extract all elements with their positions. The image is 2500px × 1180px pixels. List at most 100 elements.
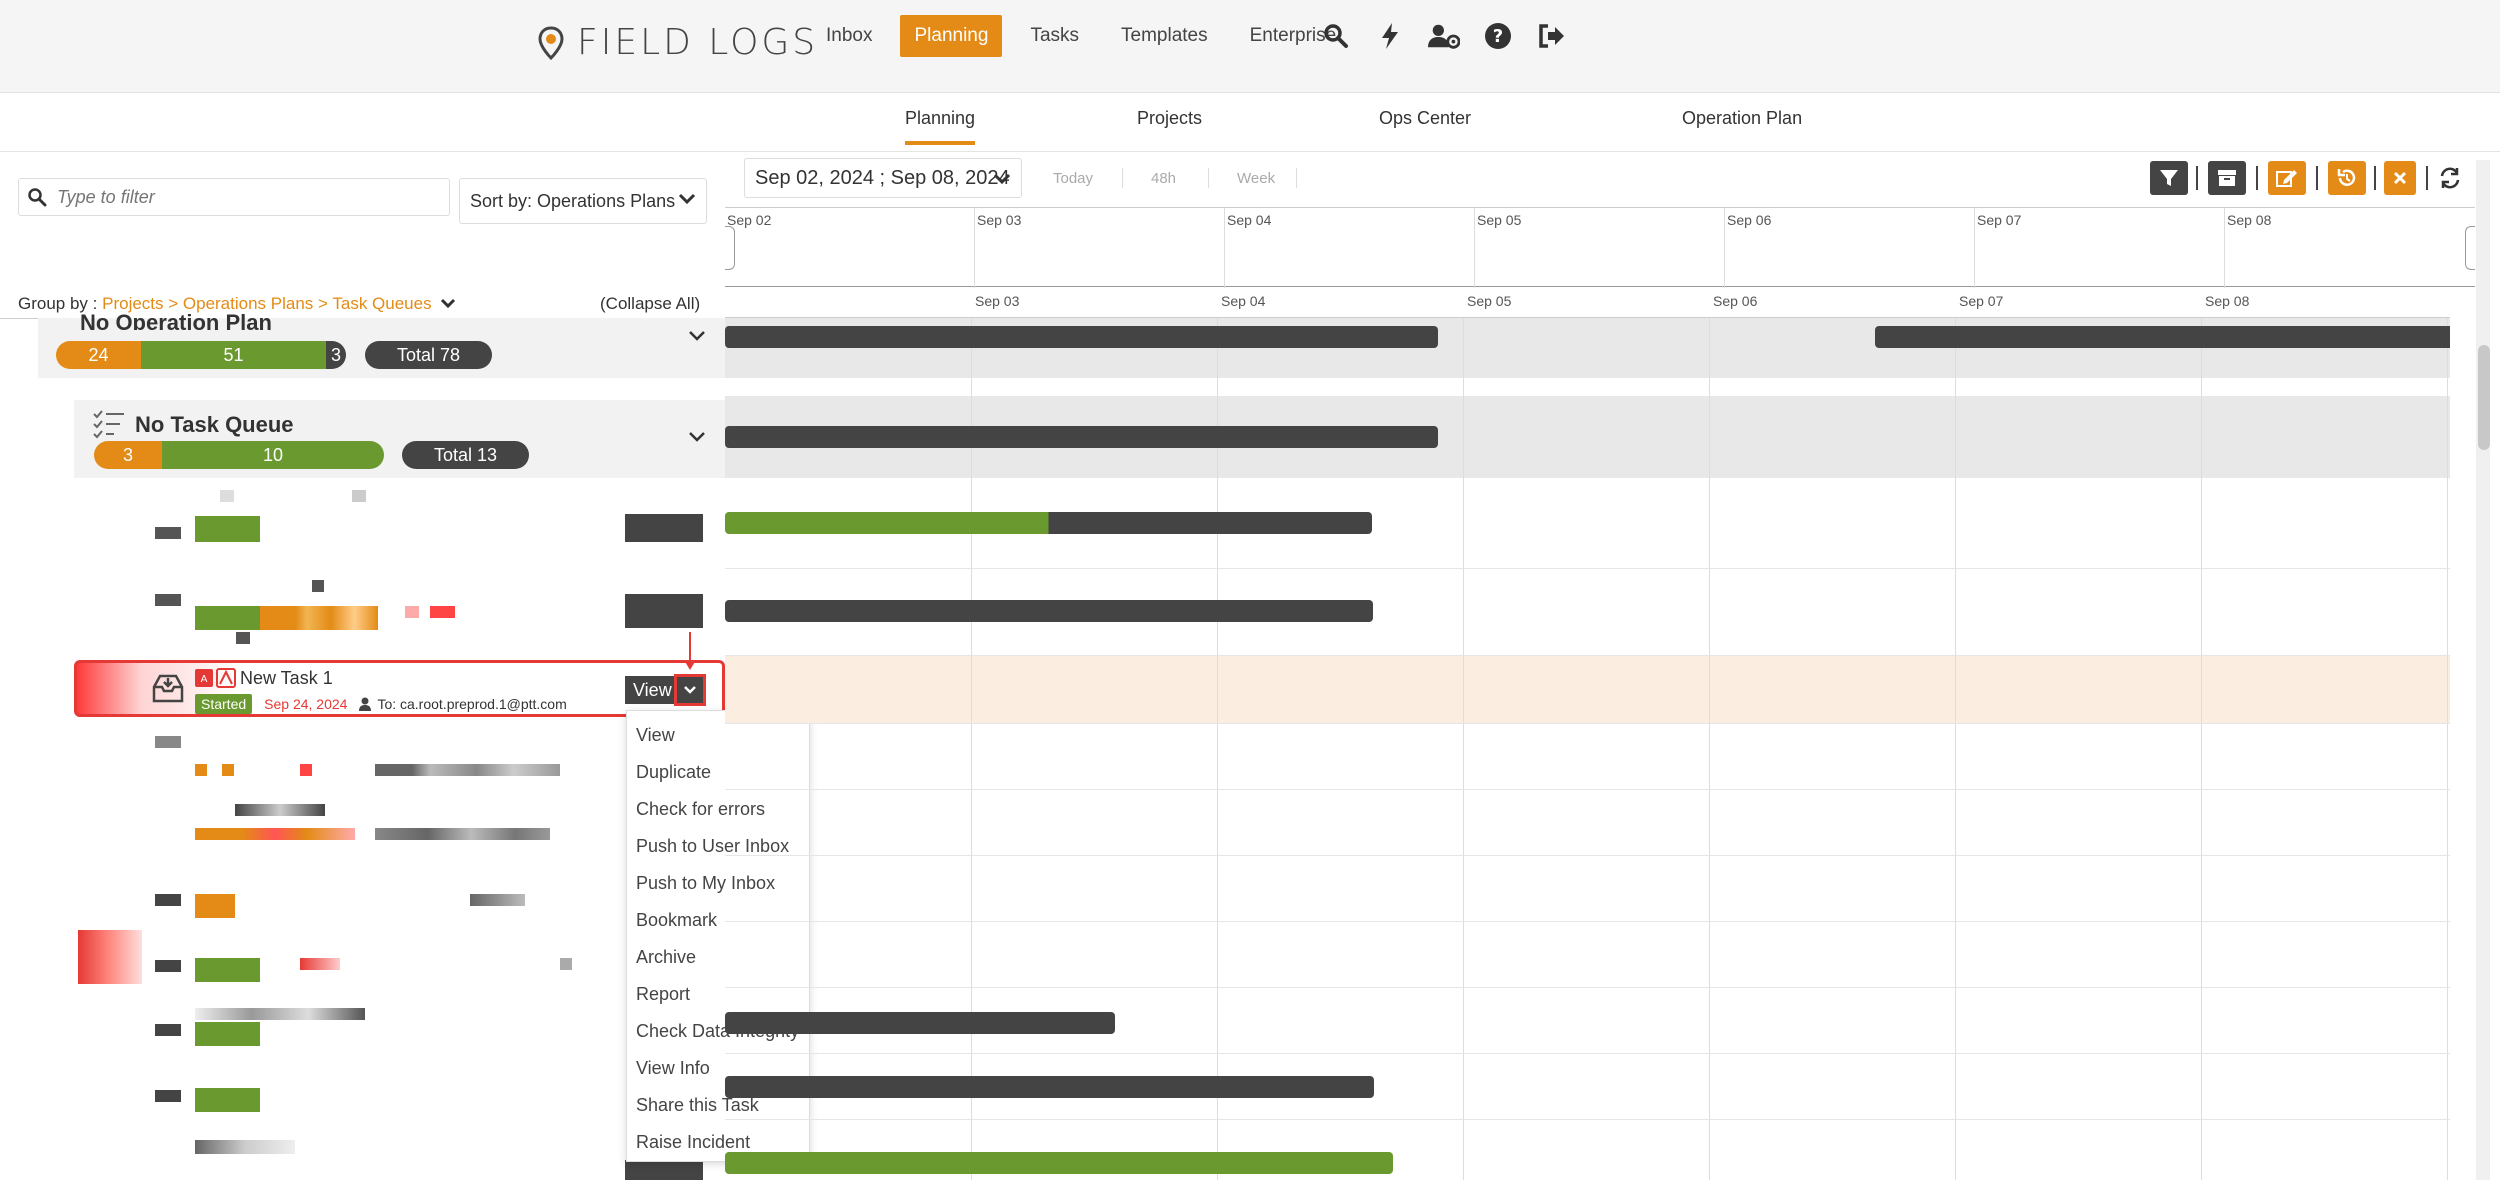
scrollbar-track[interactable]	[2476, 160, 2490, 1180]
tab-projects[interactable]: Projects	[1137, 108, 1202, 129]
app-logo[interactable]: FIELD LOGS	[537, 22, 818, 63]
task-row-view-button[interactable]	[625, 594, 703, 628]
row-line	[725, 1053, 2450, 1054]
redacted	[260, 606, 378, 630]
search-icon[interactable]	[1320, 20, 1352, 52]
archive-icon	[2218, 170, 2236, 186]
nav-tasks[interactable]: Tasks	[1016, 15, 1093, 57]
divider	[2374, 166, 2376, 190]
sort-dropdown[interactable]: Sort by: Operations Plans	[459, 178, 707, 224]
timeline-day-label: Sep 05	[1477, 212, 1522, 228]
gantt-day-label: Sep 07	[1959, 293, 2004, 309]
redacted	[195, 1008, 365, 1020]
history-button[interactable]	[2328, 161, 2366, 195]
nav-inbox[interactable]: Inbox	[812, 15, 886, 57]
task-list-icon	[93, 410, 124, 439]
refresh-icon[interactable]	[2438, 166, 2462, 190]
chevron-down-icon	[993, 173, 1011, 185]
timeline-day-label: Sep 04	[1227, 212, 1272, 228]
filter-input[interactable]	[57, 186, 437, 208]
range-48h[interactable]: 48h	[1151, 170, 1176, 187]
gantt-bar[interactable]	[725, 1012, 1115, 1034]
gantt-bar[interactable]	[725, 1076, 1374, 1098]
row-line	[725, 855, 2450, 856]
tab-ops-center[interactable]: Ops Center	[1379, 108, 1471, 129]
task-row-view-button[interactable]	[625, 514, 703, 542]
range-today[interactable]: Today	[1053, 170, 1093, 187]
task-queue-progress: 3 10	[94, 441, 384, 469]
divider	[2256, 166, 2258, 190]
view-button-label: View	[633, 679, 672, 700]
archive-button[interactable]	[2208, 161, 2246, 195]
task-row-status	[195, 606, 260, 630]
nav-planning[interactable]: Planning	[900, 15, 1003, 57]
redacted	[195, 1140, 295, 1154]
divider	[2224, 208, 2225, 288]
tab-planning[interactable]: Planning	[905, 108, 976, 145]
redacted	[312, 580, 324, 592]
gantt-bar[interactable]	[725, 512, 1372, 534]
gantt-bar[interactable]	[725, 1152, 1393, 1174]
redacted	[375, 828, 550, 840]
filter-box	[18, 178, 450, 216]
bolt-icon[interactable]	[1374, 20, 1406, 52]
help-icon[interactable]: ?	[1482, 20, 1514, 52]
task-row-icon	[155, 527, 181, 539]
redacted	[236, 632, 250, 644]
divider	[974, 208, 975, 288]
timeline-day-label: Sep 02	[727, 212, 772, 228]
redacted	[155, 1024, 181, 1036]
count-pending: 24	[56, 341, 141, 369]
chevron-down-icon[interactable]	[688, 330, 706, 342]
filter-button[interactable]	[2150, 161, 2188, 195]
timeline-overview[interactable]: Sep 02 Sep 03 Sep 04 Sep 05 Sep 06 Sep 0…	[725, 207, 2475, 288]
timeline-handle-right[interactable]	[2465, 226, 2475, 270]
row-line	[725, 723, 2450, 724]
task-queue-total: Total 13	[402, 441, 529, 469]
divider	[1224, 208, 1225, 288]
gantt-day-label: Sep 04	[1221, 293, 1266, 309]
logout-icon[interactable]	[1536, 20, 1568, 52]
redacted	[155, 960, 181, 972]
gantt-bar[interactable]	[1875, 326, 2450, 348]
redacted	[195, 894, 235, 918]
redacted	[222, 764, 234, 776]
task-row-icon	[155, 594, 181, 606]
pdf-attachment-icon: A	[195, 668, 236, 688]
row-line	[725, 987, 2450, 988]
task-queue-title: No Task Queue	[135, 412, 294, 437]
gantt-bar[interactable]	[725, 600, 1373, 622]
redacted	[195, 1088, 260, 1112]
gantt-bar[interactable]	[725, 326, 1438, 348]
view-dropdown-toggle[interactable]	[674, 674, 706, 706]
divider	[2426, 166, 2428, 190]
gantt-bar[interactable]	[725, 426, 1438, 448]
date-range-select[interactable]: Sep 02, 2024 ; Sep 08, 2024	[744, 158, 1022, 198]
grid-line	[2201, 318, 2202, 1180]
gantt-day-label: Sep 03	[975, 293, 1020, 309]
timeline-handle-left[interactable]	[725, 226, 735, 270]
location-pin-logo-icon	[537, 25, 565, 60]
close-icon	[2393, 171, 2407, 185]
count-started: 51	[141, 341, 326, 369]
tab-operation-plan[interactable]: Operation Plan	[1682, 108, 1802, 129]
range-week[interactable]: Week	[1237, 170, 1275, 187]
gantt-day-label: Sep 06	[1713, 293, 1758, 309]
redacted	[375, 764, 560, 776]
chevron-down-icon[interactable]	[688, 431, 706, 443]
task-name[interactable]: New Task 1	[240, 668, 333, 689]
svg-text:A: A	[201, 674, 208, 685]
users-settings-icon[interactable]	[1428, 20, 1460, 52]
row-line	[725, 789, 2450, 790]
row-line	[725, 921, 2450, 922]
nav-templates[interactable]: Templates	[1107, 15, 1222, 57]
scrollbar-thumb[interactable]	[2478, 345, 2490, 450]
status-badge: Started	[195, 694, 253, 714]
divider	[2196, 166, 2198, 190]
redacted	[155, 1090, 181, 1102]
clear-button[interactable]	[2384, 161, 2416, 195]
chevron-down-icon[interactable]	[440, 298, 456, 309]
edit-button[interactable]	[2268, 161, 2306, 195]
redacted	[560, 958, 572, 970]
collapse-all-button[interactable]: (Collapse All)	[600, 294, 700, 314]
